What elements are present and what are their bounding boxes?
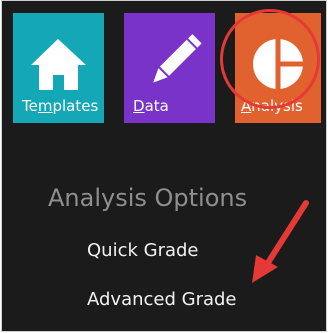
- quick-grade-option[interactable]: Quick Grade: [87, 240, 199, 261]
- pencil-icon: [153, 34, 202, 83]
- highlight-ring: [220, 9, 320, 109]
- home-icon: [31, 39, 86, 90]
- data-tile[interactable]: Data: [124, 13, 215, 123]
- data-label: Data: [133, 97, 169, 115]
- annotation-arrow-icon: [252, 200, 309, 283]
- analysis-panel: Templates Data Analysis Analysis Options…: [1, 0, 327, 332]
- templates-tile[interactable]: Templates: [13, 13, 104, 123]
- advanced-grade-option[interactable]: Advanced Grade: [87, 289, 237, 310]
- templates-label: Templates: [22, 97, 99, 115]
- analysis-options-heading: Analysis Options: [48, 184, 248, 212]
